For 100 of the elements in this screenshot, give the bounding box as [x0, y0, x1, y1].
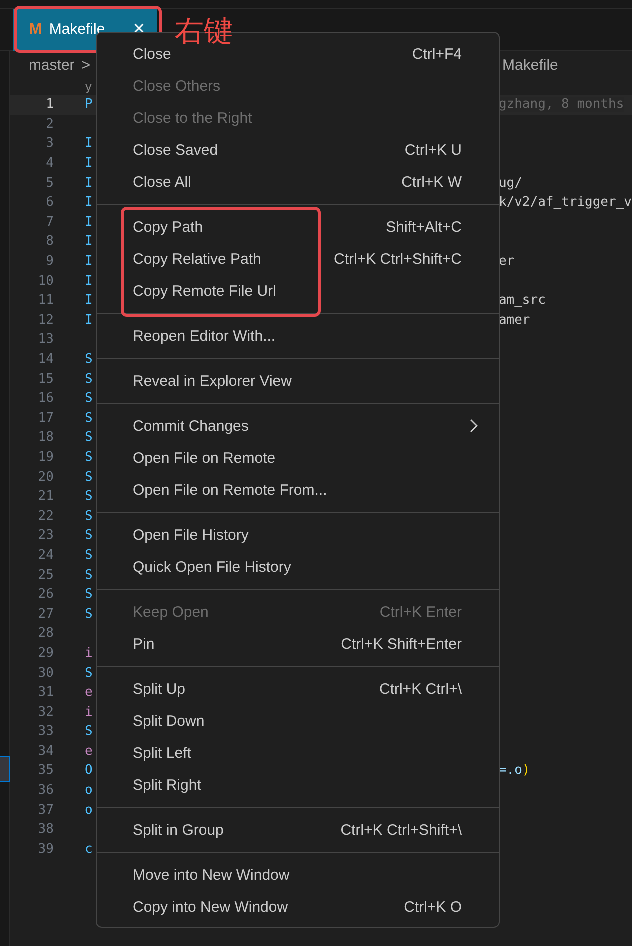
menu-item[interactable]: Move into New Window [97, 859, 499, 891]
line-number: 3 [45, 136, 54, 152]
menu-item[interactable]: Pin Ctrl+K Shift+Enter [97, 628, 499, 660]
menu-label: Split in Group [133, 822, 224, 838]
shortcut-text: Ctrl+K Enter [380, 604, 462, 620]
line-number: 25 [37, 568, 54, 583]
line-number: 30 [37, 666, 54, 681]
code-text: e [84, 685, 93, 700]
line-number: 29 [37, 646, 54, 661]
line-number: 17 [37, 410, 54, 426]
line-number: 36 [37, 783, 54, 798]
menu-item[interactable]: Open File on Remote From... [97, 474, 499, 506]
line-number: 13 [37, 332, 54, 348]
code-text: I [84, 156, 93, 172]
code-text: O [84, 763, 93, 778]
tab-label: Makefile [49, 21, 106, 38]
breadcrumb-item[interactable]: master [28, 56, 75, 74]
menu-item[interactable]: Commit Changes [97, 410, 499, 442]
menu-item[interactable]: Reopen Editor With... [97, 320, 499, 352]
menu-label: Copy Path [133, 218, 204, 236]
menu-label: Close All [133, 174, 192, 190]
line-number: 8 [45, 234, 54, 250]
line-number: 32 [37, 704, 54, 720]
menu-label: Pin [133, 636, 155, 652]
code-text: P [84, 97, 93, 112]
code-text: I [84, 293, 93, 308]
menu-item[interactable]: Split Up Ctrl+K Ctrl+\ [97, 673, 499, 705]
code-text: amer [498, 312, 530, 328]
code-text: S [84, 568, 93, 583]
menu-label: Split Right [133, 776, 202, 794]
menu-item[interactable]: Split Left [97, 737, 499, 769]
menu-label: Open File History [133, 526, 249, 544]
line-number: 35 [37, 763, 54, 778]
code-text: o [84, 783, 93, 798]
shortcut-text: Ctrl+K U [404, 142, 462, 158]
line-number: 10 [37, 274, 54, 289]
code-text: S [84, 430, 93, 446]
code-text: I [84, 195, 93, 210]
code-text: =.o [498, 763, 522, 778]
menu-label: Open File on Remote From... [133, 482, 328, 498]
bracket-text: ) [522, 763, 530, 778]
shortcut-text: Ctrl+K Ctrl+Shift+C [334, 250, 462, 268]
line-number: 11 [37, 293, 54, 308]
line-number: 21 [37, 489, 54, 504]
line-number: 27 [37, 606, 54, 622]
line-number: 9 [45, 254, 54, 270]
breadcrumb-item[interactable]: Makefile [502, 56, 558, 74]
menu-label: Copy Remote File Url [133, 282, 276, 300]
menu-item[interactable]: Open File on Remote [97, 442, 499, 474]
line-number: 2 [45, 116, 54, 132]
shortcut-text: Ctrl+K O [404, 898, 462, 916]
line-number: 18 [37, 430, 54, 446]
line-number: 38 [37, 822, 54, 838]
code-text: o [84, 802, 93, 818]
menu-item[interactable]: Copy Relative Path Ctrl+K Ctrl+Shift+C [97, 243, 499, 275]
line-number: 23 [37, 528, 54, 544]
code-text: e [84, 744, 93, 759]
menu-label: Close Saved [133, 142, 218, 158]
code-text: S [84, 528, 93, 544]
chevron-icon: > [82, 56, 91, 74]
menu-label: Copy into New Window [133, 898, 288, 916]
menu-item[interactable]: Close All Ctrl+K W [97, 166, 499, 198]
line-number: 26 [37, 587, 54, 602]
code-text: k/v2/af_trigger_v [498, 195, 632, 210]
menu-item[interactable]: Copy Path Shift+Alt+C [97, 211, 499, 243]
shortcut-text: Ctrl+K Ctrl+\ [379, 680, 462, 698]
code-text: i [84, 646, 93, 661]
menu-item[interactable]: Close Saved Ctrl+K U [97, 134, 499, 166]
menu-label: Open File on Remote [133, 450, 276, 466]
line-number: 4 [45, 156, 54, 172]
shortcut-text: Ctrl+K W [402, 174, 462, 190]
menu-item[interactable]: Split in Group Ctrl+K Ctrl+Shift+\ [97, 814, 499, 846]
code-text: S [84, 470, 93, 485]
menu-item[interactable]: Open File History [97, 519, 499, 551]
menu-label: Split Down [133, 712, 205, 730]
menu-label: Keep Open [133, 604, 209, 620]
menu-item[interactable]: Copy into New Window Ctrl+K O [97, 891, 499, 923]
code-text: S [84, 606, 93, 622]
line-number: 24 [37, 548, 54, 563]
code-text: S [84, 372, 93, 387]
menu-item[interactable]: Split Right [97, 769, 499, 801]
menu-item[interactable]: Copy Remote File Url [97, 275, 499, 307]
codelens-text: y [84, 80, 92, 94]
line-number: 6 [45, 195, 54, 210]
menu-label: Split Up [133, 680, 186, 698]
code-text: am_src [498, 293, 546, 308]
menu-label: Move into New Window [133, 866, 290, 884]
code-text: S [84, 352, 93, 368]
code-text: I [84, 136, 93, 152]
line-number: 5 [45, 176, 54, 191]
code-text: er [498, 254, 515, 270]
menu-item[interactable]: Reveal in Explorer View [97, 365, 499, 397]
menu-item[interactable]: Quick Open File History [97, 551, 499, 583]
menu-label: Close Others [133, 78, 221, 94]
file-icon: M [29, 20, 42, 38]
code-text: S [84, 450, 93, 465]
line-number: 33 [37, 724, 54, 740]
menu-item[interactable]: Split Down [97, 705, 499, 737]
code-text: I [84, 312, 93, 328]
annotation-text: 右键 [175, 13, 233, 49]
